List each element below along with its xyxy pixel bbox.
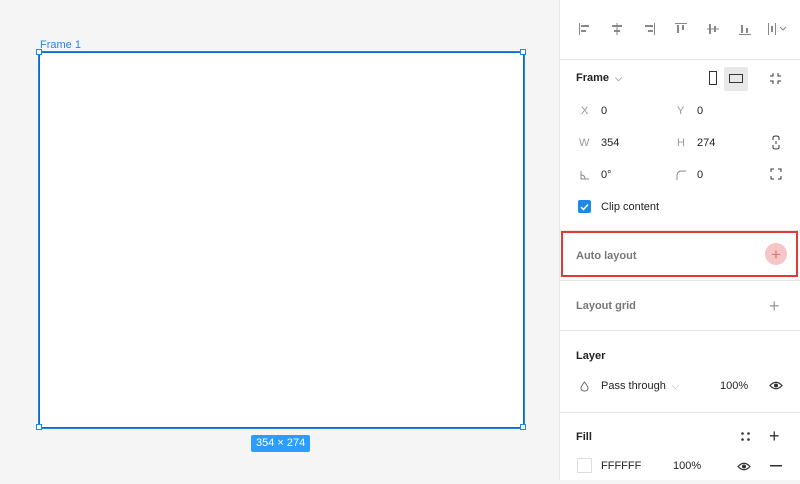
x-input[interactable]: 0 xyxy=(601,105,607,117)
resize-handle-bottom-left[interactable] xyxy=(36,424,42,430)
portrait-icon[interactable] xyxy=(706,70,720,86)
add-auto-layout-icon[interactable]: + xyxy=(765,243,787,265)
layout-grid-title: Layout grid xyxy=(576,300,636,312)
fill-section: Fill + xyxy=(560,413,800,484)
layer-opacity-input[interactable]: 100% xyxy=(720,380,748,392)
h-input[interactable]: 274 xyxy=(697,137,715,149)
corner-radius-input[interactable]: 0 xyxy=(697,169,703,181)
resize-handle-bottom-right[interactable] xyxy=(520,424,526,430)
align-center-h-icon[interactable] xyxy=(608,20,626,38)
w-label: W xyxy=(579,137,590,149)
align-left-icon[interactable] xyxy=(576,20,594,38)
x-label: X xyxy=(581,105,589,117)
alignment-toolbar xyxy=(560,0,800,60)
fill-title: Fill xyxy=(576,431,592,443)
rotation-icon xyxy=(579,169,591,181)
resize-handle-top-right[interactable] xyxy=(520,49,526,55)
chevron-down-icon: ⌵ xyxy=(615,73,622,83)
blend-mode-icon xyxy=(578,380,590,392)
auto-layout-highlight xyxy=(561,231,798,277)
layout-grid-section: Layout grid + xyxy=(560,281,800,331)
eye-icon[interactable] xyxy=(768,378,784,392)
design-panel: Frame ⌵ X 0 Y 0 W 354 H 274 0° 0 Clip co… xyxy=(559,0,800,480)
align-middle-v-icon[interactable] xyxy=(704,20,722,38)
h-label: H xyxy=(677,137,685,149)
frame-section-title[interactable]: Frame ⌵ xyxy=(576,72,622,84)
fill-opacity-input[interactable]: 100% xyxy=(673,460,701,472)
layer-title: Layer xyxy=(576,350,606,362)
fill-eye-icon[interactable] xyxy=(736,460,752,472)
chevron-down-icon: ⌵ xyxy=(671,381,679,391)
corner-radius-icon xyxy=(675,169,687,181)
styles-grid-icon[interactable] xyxy=(738,429,752,443)
add-fill-icon[interactable]: + xyxy=(769,427,780,445)
y-input[interactable]: 0 xyxy=(697,105,703,117)
clip-content-checkbox[interactable] xyxy=(578,200,591,213)
align-top-icon[interactable] xyxy=(672,20,690,38)
frame-label[interactable]: Frame 1 xyxy=(40,39,81,51)
blend-mode-value: Pass through xyxy=(601,380,666,392)
add-layout-grid-icon[interactable]: + xyxy=(769,297,780,315)
w-input[interactable]: 354 xyxy=(601,137,619,149)
resize-to-fit-icon[interactable] xyxy=(767,70,783,86)
distribute-icon[interactable] xyxy=(766,20,790,38)
align-bottom-icon[interactable] xyxy=(736,20,754,38)
constrain-proportions-icon[interactable] xyxy=(770,134,782,150)
layer-section: Layer Pass through ⌵ 100% xyxy=(560,331,800,413)
dimension-badge: 354 × 274 xyxy=(251,435,311,452)
remove-fill-icon[interactable] xyxy=(769,461,783,471)
frame-section: Frame ⌵ X 0 Y 0 W 354 H 274 0° 0 Clip co… xyxy=(560,60,800,231)
fill-hex-input[interactable]: FFFFFF xyxy=(601,460,641,472)
independent-corners-icon[interactable] xyxy=(769,167,783,181)
rotation-input[interactable]: 0° xyxy=(601,169,612,181)
fill-color-swatch[interactable] xyxy=(577,458,592,473)
clip-content-label: Clip content xyxy=(601,201,660,213)
resize-handle-top-left[interactable] xyxy=(36,49,42,55)
align-right-icon[interactable] xyxy=(640,20,658,38)
landscape-icon[interactable] xyxy=(726,70,746,86)
y-label: Y xyxy=(677,105,685,117)
canvas[interactable]: Frame 1 354 × 274 xyxy=(0,0,559,480)
frame-1[interactable] xyxy=(39,52,524,428)
blend-mode-select[interactable]: Pass through ⌵ xyxy=(601,380,679,392)
